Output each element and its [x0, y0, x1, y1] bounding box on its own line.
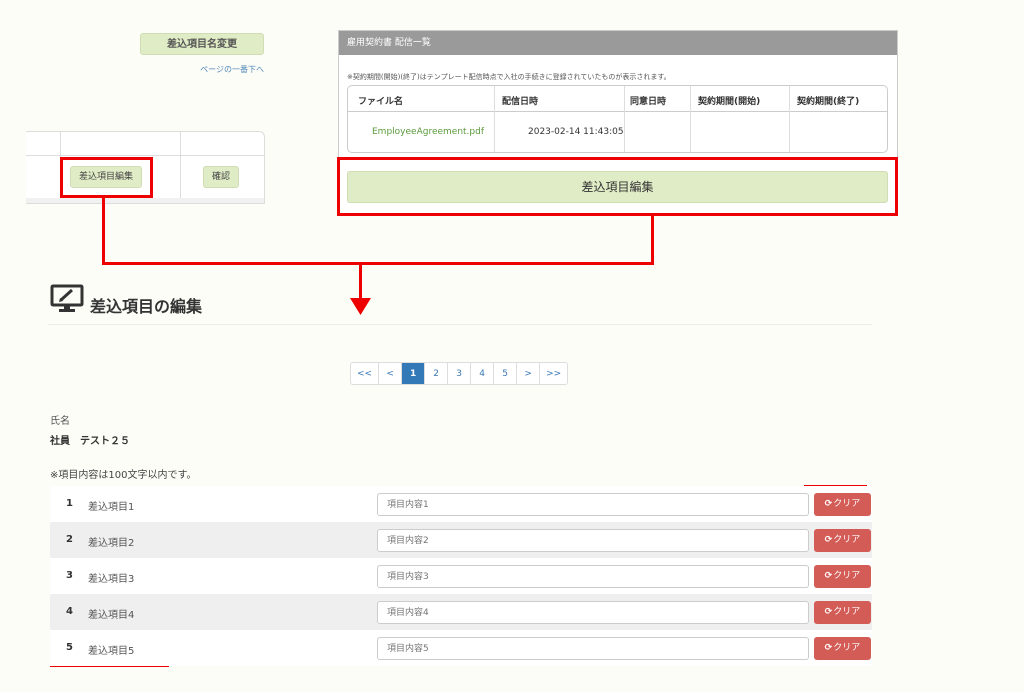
item-number: 4 — [66, 606, 73, 617]
column-contract-start: 契約期間(開始) — [698, 97, 761, 107]
panel-title: 雇用契約書 配信一覧 — [339, 31, 897, 55]
item-content-input[interactable] — [377, 565, 809, 588]
highlight-row-edit-button — [60, 157, 153, 198]
clear-button[interactable]: ⟳クリア — [814, 637, 871, 660]
table-row: 1 差込項目1 ⟳クリア — [50, 486, 872, 522]
highlight-panel-edit-button — [337, 157, 898, 216]
rename-insert-items-button[interactable]: 差込項目名変更 — [140, 33, 264, 55]
clear-button[interactable]: ⟳クリア — [814, 601, 871, 624]
item-name: 差込項目2 — [88, 538, 135, 549]
clear-button-label: クリア — [833, 571, 861, 581]
clear-button[interactable]: ⟳クリア — [814, 565, 871, 588]
fragment-header-row — [26, 132, 264, 156]
row-confirm-button[interactable]: 確認 — [203, 166, 239, 188]
page-first[interactable]: << — [351, 363, 380, 384]
refresh-icon: ⟳ — [824, 535, 833, 545]
column-agreed-at: 同意日時 — [630, 97, 667, 107]
clear-button-label: クリア — [833, 499, 861, 509]
panel-note: ※契約期間(開始)(終了)はテンプレート配信時点で入社の手続きに登録されていたも… — [347, 73, 671, 81]
monitor-edit-icon — [50, 284, 84, 312]
connector-left-vertical — [102, 198, 105, 264]
title-divider — [48, 324, 872, 325]
distribution-table: ファイル名 配信日時 同意日時 契約期間(開始) 契約期間(終了) Employ… — [347, 85, 888, 153]
refresh-icon: ⟳ — [824, 499, 833, 509]
item-name: 差込項目5 — [88, 646, 135, 657]
page-prev[interactable]: < — [379, 363, 403, 384]
connector-arrow-stem — [359, 262, 362, 300]
item-content-input[interactable] — [377, 637, 809, 660]
page-next[interactable]: > — [517, 363, 541, 384]
page-bottom-link[interactable]: ページの一番下へ — [178, 64, 264, 75]
connector-right-vertical — [651, 216, 654, 264]
page-last[interactable]: >> — [540, 363, 567, 384]
item-number: 5 — [66, 642, 73, 653]
clear-button[interactable]: ⟳クリア — [814, 529, 871, 552]
column-sent-at: 配信日時 — [502, 97, 539, 107]
pagination: << < 1 2 3 4 5 > >> — [350, 362, 569, 385]
page-2[interactable]: 2 — [425, 363, 449, 384]
arrow-down-icon — [350, 298, 371, 315]
page-5[interactable]: 5 — [494, 363, 518, 384]
table-row: 4 差込項目4 ⟳クリア — [50, 594, 872, 630]
pdf-file-link[interactable]: EmployeeAgreement.pdf — [372, 127, 484, 137]
item-name: 差込項目1 — [88, 502, 135, 513]
connector-horizontal — [102, 262, 654, 265]
item-content-input[interactable] — [377, 601, 809, 624]
item-name: 差込項目4 — [88, 610, 135, 621]
item-number: 1 — [66, 498, 73, 509]
employee-name-label: 氏名 — [50, 416, 70, 427]
insert-items-table: 1 差込項目1 ⟳クリア 2 差込項目2 ⟳クリア 3 差込項目3 ⟳クリア 4… — [50, 486, 872, 666]
table-row: 2 差込項目2 ⟳クリア — [50, 522, 872, 558]
refresh-icon: ⟳ — [824, 571, 833, 581]
clear-button-label: クリア — [833, 643, 861, 653]
page-3[interactable]: 3 — [448, 363, 472, 384]
page-4[interactable]: 4 — [471, 363, 495, 384]
section-title: 差込項目の編集 — [90, 297, 203, 316]
item-name: 差込項目3 — [88, 574, 135, 585]
column-contract-end: 契約期間(終了) — [797, 97, 860, 107]
fragment-next-row — [26, 198, 264, 203]
table-row: 5 差込項目5 ⟳クリア — [50, 630, 872, 666]
item-content-input[interactable] — [377, 493, 809, 516]
character-limit-note: ※項目内容は100文字以内です。 — [50, 470, 197, 481]
sent-datetime: 2023-02-14 11:43:05 — [528, 127, 624, 137]
table-row: 3 差込項目3 ⟳クリア — [50, 558, 872, 594]
clear-button[interactable]: ⟳クリア — [814, 493, 871, 516]
refresh-icon: ⟳ — [824, 607, 833, 617]
page-1[interactable]: 1 — [402, 363, 426, 384]
item-number: 2 — [66, 534, 73, 545]
column-file-name: ファイル名 — [358, 97, 404, 107]
refresh-icon: ⟳ — [824, 643, 833, 653]
clear-button-label: クリア — [833, 535, 861, 545]
clear-button-label: クリア — [833, 607, 861, 617]
item-number: 3 — [66, 570, 73, 581]
employee-name-value: 社員 テスト２５ — [50, 436, 130, 447]
item-content-input[interactable] — [377, 529, 809, 552]
